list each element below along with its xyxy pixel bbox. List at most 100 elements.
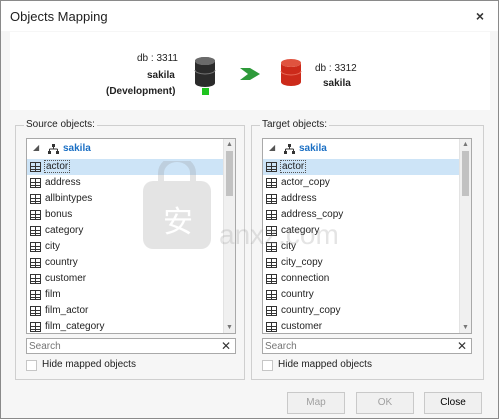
source-search-input[interactable] <box>29 340 214 353</box>
expand-arrow-icon[interactable]: ◢ <box>269 143 275 152</box>
scroll-up-icon[interactable]: ▲ <box>226 141 233 148</box>
table-name: bonus <box>45 209 73 220</box>
table-row[interactable]: address_copy <box>263 207 461 223</box>
connection-status-indicator <box>202 88 209 95</box>
table-icon <box>30 162 41 172</box>
clear-search-icon[interactable]: ✕ <box>221 339 231 353</box>
table-name: film <box>45 289 61 300</box>
table-row[interactable]: country <box>27 255 225 271</box>
table-icon <box>266 226 277 236</box>
table-name: address <box>45 177 81 188</box>
table-icon <box>30 274 41 284</box>
source-items-list: actor address allbintypes bonus category city… <box>27 159 225 333</box>
scroll-up-icon[interactable]: ▲ <box>462 141 469 148</box>
table-row[interactable]: address <box>27 175 225 191</box>
hide-mapped-label: Hide mapped objects <box>42 359 136 370</box>
table-row[interactable]: address <box>263 191 461 207</box>
table-row[interactable]: film_category <box>27 319 225 333</box>
table-name: customer <box>45 273 87 284</box>
checkbox-box[interactable] <box>26 360 37 371</box>
target-db-name: sakila <box>323 78 351 89</box>
expand-arrow-icon[interactable]: ◢ <box>33 143 39 152</box>
table-row[interactable]: customer <box>27 271 225 287</box>
table-icon <box>266 210 277 220</box>
hide-mapped-label: Hide mapped objects <box>278 359 372 370</box>
table-row[interactable]: country <box>263 287 461 303</box>
table-name: actor <box>43 160 71 173</box>
table-name: city_copy <box>281 257 323 268</box>
window-title: Objects Mapping <box>10 9 108 24</box>
target-scrollbar[interactable]: ▲ ▼ <box>459 139 471 333</box>
table-icon <box>30 210 41 220</box>
table-name: film_actor <box>45 305 89 316</box>
table-name: country <box>45 257 78 268</box>
clear-search-icon[interactable]: ✕ <box>457 339 467 353</box>
source-objects-label: Source objects: <box>24 119 97 130</box>
table-icon <box>266 290 277 300</box>
table-row[interactable]: connection <box>263 271 461 287</box>
target-database-icon <box>280 59 302 86</box>
source-objects-tree[interactable]: ◢ sakila actor address allbintypes bonus cat… <box>26 138 236 334</box>
table-icon <box>30 306 41 316</box>
ok-button[interactable]: OK <box>356 392 414 414</box>
table-name: film_category <box>45 321 105 332</box>
table-row[interactable]: bonus <box>27 207 225 223</box>
source-db-environment: (Development) <box>106 86 176 97</box>
scroll-down-icon[interactable]: ▼ <box>226 324 233 331</box>
schema-tree-icon <box>284 144 295 154</box>
table-name: customer <box>281 321 323 332</box>
table-icon <box>266 162 277 172</box>
target-root-node[interactable]: ◢ sakila <box>263 142 459 158</box>
table-row[interactable]: film_actor <box>27 303 225 319</box>
table-icon <box>266 242 277 252</box>
table-row[interactable]: actor_copy <box>263 175 461 191</box>
target-search-box[interactable]: ✕ <box>262 338 472 354</box>
table-icon <box>30 290 41 300</box>
table-row[interactable]: city_copy <box>263 255 461 271</box>
scroll-down-icon[interactable]: ▼ <box>462 324 469 331</box>
target-root-label: sakila <box>299 143 327 154</box>
table-icon <box>30 322 41 332</box>
map-button[interactable]: Map <box>287 392 345 414</box>
table-icon <box>266 178 277 188</box>
table-icon <box>266 306 277 316</box>
table-row[interactable]: country_copy <box>263 303 461 319</box>
table-row[interactable]: category <box>27 223 225 239</box>
table-row[interactable]: actor <box>263 159 461 175</box>
source-root-label: sakila <box>63 143 91 154</box>
scroll-thumb[interactable] <box>462 151 469 196</box>
map-direction-arrow-icon <box>240 68 260 80</box>
table-icon <box>30 258 41 268</box>
table-row[interactable]: city <box>27 239 225 255</box>
target-objects-tree[interactable]: ◢ sakila actor actor_copy address address_c… <box>262 138 472 334</box>
table-icon <box>266 322 277 332</box>
source-scrollbar[interactable]: ▲ ▼ <box>223 139 235 333</box>
source-root-node[interactable]: ◢ sakila <box>27 142 223 158</box>
table-icon <box>266 258 277 268</box>
table-icon <box>30 242 41 252</box>
table-row[interactable]: film <box>27 287 225 303</box>
source-search-box[interactable]: ✕ <box>26 338 236 354</box>
scroll-thumb[interactable] <box>226 151 233 196</box>
table-icon <box>266 274 277 284</box>
table-row[interactable]: city <box>263 239 461 255</box>
table-row[interactable]: allbintypes <box>27 191 225 207</box>
source-db-name: sakila <box>147 70 175 81</box>
table-name: category <box>281 225 320 236</box>
mapping-header: db : 3311 sakila (Development) db : 3312… <box>10 32 490 110</box>
table-icon <box>266 194 277 204</box>
target-search-input[interactable] <box>265 340 450 353</box>
title-bar: Objects Mapping × <box>1 1 498 31</box>
table-name: category <box>45 225 84 236</box>
table-row[interactable]: customer <box>263 319 461 333</box>
table-name: city <box>281 241 296 252</box>
close-icon[interactable]: × <box>476 8 484 24</box>
table-row[interactable]: actor <box>27 159 225 175</box>
table-icon <box>30 178 41 188</box>
table-name: actor <box>279 160 307 173</box>
close-button[interactable]: Close <box>424 392 482 414</box>
table-row[interactable]: category <box>263 223 461 239</box>
target-items-list: actor actor_copy address address_copycatego… <box>263 159 461 333</box>
checkbox-box[interactable] <box>262 360 273 371</box>
source-db-port: db : 3311 <box>137 53 178 64</box>
